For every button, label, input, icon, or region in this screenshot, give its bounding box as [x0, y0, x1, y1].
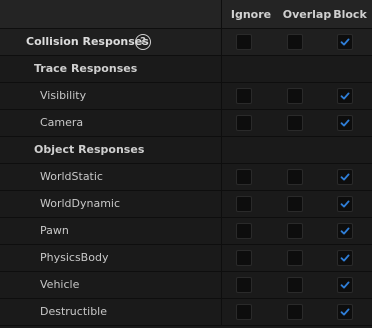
column-block-label: Block: [333, 8, 367, 21]
ignore-checkbox[interactable]: [236, 277, 252, 293]
block-checkbox[interactable]: [337, 88, 353, 104]
overlap-checkbox[interactable]: [287, 88, 303, 104]
response-label: WorldDynamic: [40, 197, 121, 210]
response-label-cell: WorldStatic: [0, 164, 222, 190]
object-responses-label: Object Responses: [34, 143, 145, 156]
block-checkbox[interactable]: [337, 277, 353, 293]
response-label-cell: WorldDynamic: [0, 191, 222, 217]
response-label-cell: Vehicle: [0, 272, 222, 298]
ignore-checkbox[interactable]: [236, 304, 252, 320]
collision-responses-row: Collision Responses ?: [0, 29, 372, 56]
response-row: Pawn: [0, 218, 372, 245]
block-checkbox[interactable]: [337, 115, 353, 131]
block-checkbox[interactable]: [337, 250, 353, 266]
trace-responses-label: Trace Responses: [34, 62, 138, 75]
block-checkbox[interactable]: [337, 223, 353, 239]
response-label: Camera: [40, 116, 84, 129]
response-label: PhysicsBody: [40, 251, 109, 264]
ignore-checkbox[interactable]: [236, 223, 252, 239]
overlap-checkbox[interactable]: [287, 223, 303, 239]
ignore-checkbox[interactable]: [236, 88, 252, 104]
response-label: WorldStatic: [40, 170, 103, 183]
block-checkbox[interactable]: [337, 169, 353, 185]
overlap-checkbox[interactable]: [287, 196, 303, 212]
overlap-checkbox[interactable]: [287, 250, 303, 266]
trace-responses-row: Trace Responses: [0, 56, 372, 83]
overlap-checkbox[interactable]: [287, 304, 303, 320]
overlap-checkbox[interactable]: [287, 277, 303, 293]
response-label: Pawn: [40, 224, 69, 237]
collision-ignore-checkbox[interactable]: [236, 34, 252, 50]
response-row: WorldDynamic: [0, 191, 372, 218]
ignore-checkbox[interactable]: [236, 250, 252, 266]
response-label-cell: Pawn: [0, 218, 222, 244]
response-label-cell: Camera: [0, 110, 222, 136]
response-label-cell: Destructible: [0, 299, 222, 325]
header-label-cell: [0, 0, 222, 28]
block-checkbox[interactable]: [337, 304, 353, 320]
response-label: Vehicle: [40, 278, 80, 291]
response-label-cell: PhysicsBody: [0, 245, 222, 271]
collision-label-cell: Collision Responses ?: [0, 29, 222, 55]
object-responses-row: Object Responses: [0, 137, 372, 164]
response-row: Destructible: [0, 299, 372, 326]
block-checkbox[interactable]: [337, 196, 353, 212]
ignore-checkbox[interactable]: [236, 115, 252, 131]
collision-block-checkbox[interactable]: [337, 34, 353, 50]
column-overlap-label: Overlap: [282, 8, 332, 21]
response-row: PhysicsBody: [0, 245, 372, 272]
column-ignore-label: Ignore: [230, 8, 272, 21]
response-label: Destructible: [40, 305, 107, 318]
overlap-checkbox[interactable]: [287, 169, 303, 185]
response-row: Vehicle: [0, 272, 372, 299]
ignore-checkbox[interactable]: [236, 196, 252, 212]
response-label-cell: Visibility: [0, 83, 222, 109]
response-row: WorldStatic: [0, 164, 372, 191]
collision-responses-panel: Ignore Overlap Block Collision Responses…: [0, 0, 372, 328]
trace-label-cell: Trace Responses: [0, 56, 222, 82]
collision-responses-label: Collision Responses: [26, 35, 149, 48]
response-row: Camera: [0, 110, 372, 137]
overlap-checkbox[interactable]: [287, 115, 303, 131]
object-label-cell: Object Responses: [0, 137, 222, 163]
collision-overlap-checkbox[interactable]: [287, 34, 303, 50]
question-circle-icon[interactable]: ?: [135, 34, 151, 50]
ignore-checkbox[interactable]: [236, 169, 252, 185]
response-row: Visibility: [0, 83, 372, 110]
column-header-row: Ignore Overlap Block: [0, 0, 372, 29]
response-label: Visibility: [40, 89, 87, 102]
